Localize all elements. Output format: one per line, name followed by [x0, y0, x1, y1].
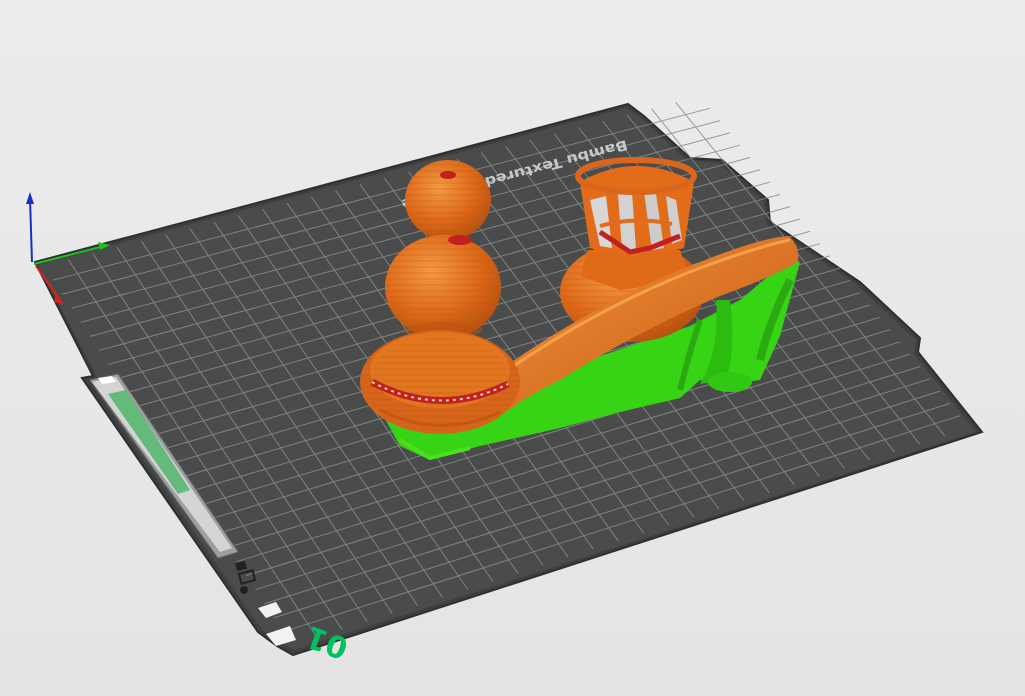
z-axis	[29, 197, 33, 263]
cog-icon[interactable]	[240, 586, 248, 594]
3d-viewport[interactable]: Bambu Textured PEI Plate 01	[0, 0, 1025, 696]
scene-svg[interactable]: Bambu Textured PEI Plate 01	[0, 0, 1025, 696]
